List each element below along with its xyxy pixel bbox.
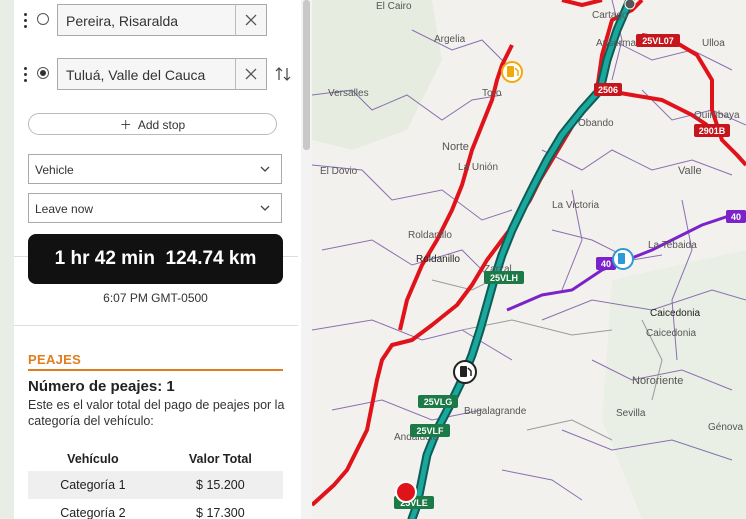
road-shield-label: 25VLG [424,397,453,407]
place-label: Argelia [434,34,466,45]
place-label: Roldanillo [416,254,460,265]
road-shield-label: 25VLF [416,426,444,436]
toll-table-header: Vehículo Valor Total [28,447,283,471]
add-stop-label: Add stop [137,118,186,132]
place-label: El Cairo [376,1,412,12]
tolls-title-underline [28,369,283,371]
time-select-value: Leave now [35,202,94,216]
place-label: Obando [578,118,614,129]
route-distance: 124.74 km [165,248,257,269]
place-label: Roldanillo [408,230,452,241]
origin-marker-icon[interactable] [624,0,636,10]
place-label: Cartago [592,10,628,21]
fuel-station-icon[interactable] [612,248,634,270]
map-view[interactable]: El Cairo Cartago Argelia Toro Versalles … [312,0,746,519]
place-label: Valle [678,165,702,177]
toll-description: Este es el valor total del pago de peaje… [28,398,285,428]
stop-radio-destination[interactable] [37,67,49,79]
place-label: Génova [708,422,743,433]
road-shield-label: 25VL07 [642,36,674,46]
place-label: Quimbaya [694,110,740,121]
place-label: Norte [442,141,469,153]
panel-edge [0,0,14,519]
column-header: Valor Total [188,452,252,466]
road-shield-label: 2901B [699,126,726,136]
place-label: Ulloa [702,38,725,49]
chevron-down-icon [260,166,270,172]
stop-row-destination: Tuluá, Valle del Cauca [14,58,304,90]
road-shield-label: 2506 [598,85,618,95]
add-stop-button[interactable]: ＋ Add stop [28,113,277,135]
place-label: Versalles [328,88,369,99]
arrival-time: 6:07 PM GMT-0500 [103,291,208,305]
toll-vehicle: Categoría 2 [60,506,126,519]
toll-table: Vehículo Valor Total Categoría 1 $ 15.20… [28,447,283,519]
toll-value: $ 17.300 [196,506,245,519]
swap-arrows-icon [275,67,291,81]
chevron-down-icon [260,205,270,211]
tolls-title: PEAJES [28,352,82,367]
directions-panel: Pereira, Risaralda Tuluá, Valle del Cauc… [0,0,312,519]
scrollbar-thumb[interactable] [303,0,310,150]
toll-count: Número de peajes: 1 [28,378,175,395]
close-icon [245,68,257,80]
place-label: La Tebaida [648,240,697,251]
close-icon [245,14,257,26]
table-row: Categoría 1 $ 15.200 [28,471,283,499]
place-label: Bugalagrande [464,406,527,417]
toll-station-icon[interactable] [453,360,477,384]
divider [14,325,298,326]
road-shield-label: 25VLH [490,273,518,283]
stop-row-origin: Pereira, Risaralda [14,4,304,36]
table-row: Categoría 2 $ 17.300 [28,499,283,519]
route-summary: 1 hr 42 min 124.74 km [28,234,283,284]
gas-station-icon[interactable] [501,61,523,83]
place-label: Sevilla [616,408,646,419]
time-select[interactable]: Leave now [28,193,282,223]
terrain-area [312,0,442,150]
clear-origin-button[interactable] [235,4,267,36]
panel-scrollbar[interactable] [301,0,312,519]
drag-handle-icon[interactable] [24,13,28,31]
place-label: La Unión [458,162,498,173]
place-label: Toro [482,88,502,99]
road-shield-label: 40 [731,212,741,222]
mode-select[interactable]: Vehicle [28,154,282,184]
mode-select-value: Vehicle [35,163,74,177]
toll-value: $ 15.200 [157,471,283,499]
road-shield-label: 40 [601,259,611,269]
place-label: Nororiente [632,375,683,387]
place-label: El Dovio [320,166,358,177]
place-label: Caicedonia [646,328,696,339]
stop-radio-origin[interactable] [37,13,49,25]
column-header: Vehículo [67,452,119,466]
plus-icon: ＋ [119,118,132,132]
clear-destination-button[interactable] [235,58,267,90]
place-label: La Victoria [552,200,600,211]
destination-marker-icon[interactable] [395,481,417,503]
toll-vehicle: Categoría 1 [28,471,158,499]
route-duration: 1 hr 42 min [54,248,155,269]
drag-handle-icon[interactable] [24,67,28,85]
map-canvas[interactable]: El Cairo Cartago Argelia Toro Versalles … [312,0,746,519]
place-label: Caicedonia [650,308,700,319]
swap-stops-button[interactable] [274,65,292,83]
